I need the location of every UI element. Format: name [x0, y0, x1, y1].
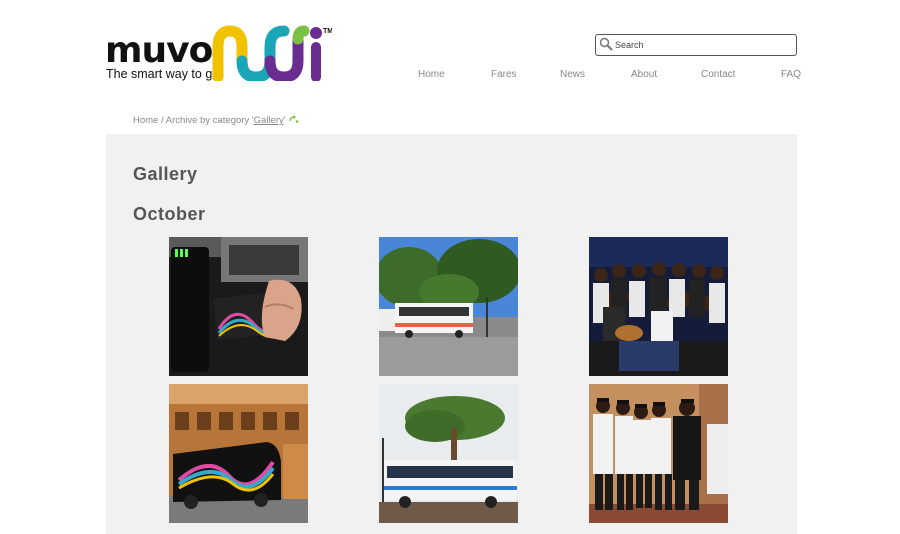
gallery-thumb-bus-street[interactable]: [379, 237, 518, 376]
content-panel: Gallery October: [106, 134, 797, 534]
bus-tree-photo: [379, 384, 518, 523]
nav-faq[interactable]: FAQ: [781, 69, 801, 80]
gallery-thumb-team[interactable]: [589, 384, 728, 523]
gallery-thumb-choir[interactable]: [589, 237, 728, 376]
muvo-van-photo: [169, 384, 308, 523]
nav-contact[interactable]: Contact: [701, 69, 735, 80]
breadcrumb: Home / Archive by category 'Gallery': [133, 115, 299, 127]
gallery-thumb-bus-tree[interactable]: [379, 384, 518, 523]
team-photo: [589, 384, 728, 523]
gallery-thumb-van[interactable]: [169, 384, 308, 523]
main-nav: Home Fares News About Contact FAQ: [0, 69, 900, 83]
nav-home[interactable]: Home: [418, 69, 445, 80]
breadcrumb-home[interactable]: Home: [133, 115, 158, 126]
breadcrumb-category[interactable]: Gallery: [254, 115, 284, 126]
card-reader-photo: [169, 237, 308, 376]
search-box[interactable]: [595, 34, 797, 56]
nav-news[interactable]: News: [560, 69, 585, 80]
section-title: October: [133, 204, 206, 224]
search-input[interactable]: [615, 37, 791, 52]
bus-street-photo: [379, 237, 518, 376]
breadcrumb-suffix: ': [283, 115, 286, 126]
page-title: Gallery: [133, 164, 198, 184]
logo-wordmark: muvo: [105, 30, 213, 71]
nav-about[interactable]: About: [631, 69, 657, 80]
breadcrumb-separator: /: [158, 115, 166, 126]
trademark-mark: TM: [323, 28, 332, 35]
nav-fares[interactable]: Fares: [491, 69, 517, 80]
rss-feed-icon[interactable]: [288, 115, 299, 127]
search-icon: [599, 37, 613, 51]
gallery-thumb-card-reader[interactable]: [169, 237, 308, 376]
choir-group-photo: [589, 237, 728, 376]
breadcrumb-archive-prefix: Archive by category ': [165, 115, 254, 126]
